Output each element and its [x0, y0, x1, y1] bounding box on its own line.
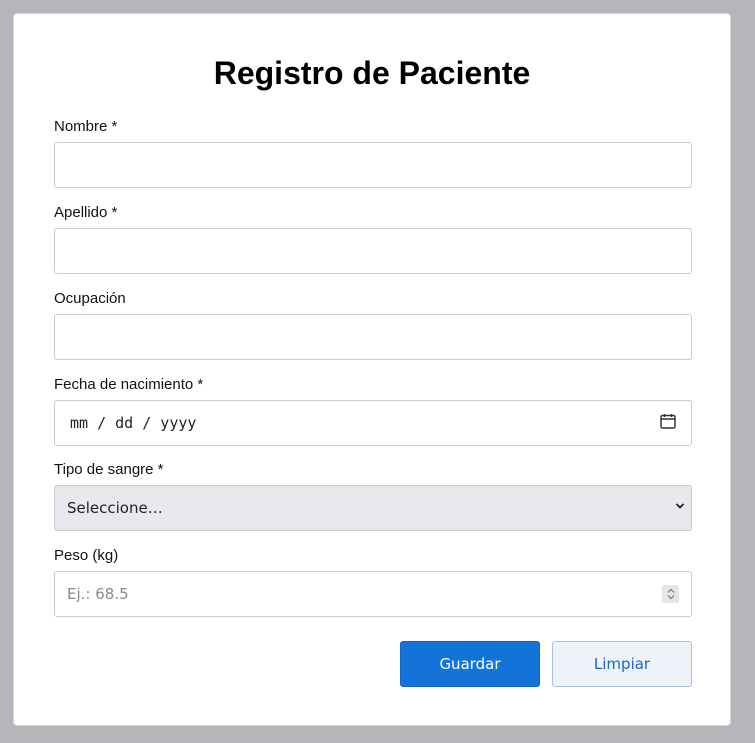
- peso-label: Peso (kg): [54, 547, 119, 564]
- nombre-input[interactable]: [54, 142, 692, 188]
- fecha-nacimiento-label: Fecha de nacimiento *: [54, 376, 204, 393]
- ocupacion-label: Ocupación: [54, 290, 126, 307]
- select-value: Seleccione…: [67, 499, 163, 517]
- chevron-down-icon: [673, 499, 687, 517]
- fecha-nacimiento-input[interactable]: mm / dd / yyyy: [54, 400, 692, 446]
- guardar-button[interactable]: Guardar: [400, 641, 540, 687]
- apellido-label: Apellido *: [54, 204, 118, 221]
- calendar-icon[interactable]: [659, 412, 677, 434]
- spinner-icon[interactable]: [662, 585, 679, 603]
- page-title: Registro de Paciente: [213, 55, 531, 91]
- nombre-label: Nombre *: [54, 118, 118, 135]
- tipo-sangre-select[interactable]: Seleccione…: [54, 485, 692, 531]
- limpiar-button[interactable]: Limpiar: [552, 641, 692, 687]
- date-value: mm / dd / yyyy: [70, 414, 197, 432]
- tipo-sangre-label: Tipo de sangre *: [54, 461, 164, 478]
- registration-card: Registro de Paciente Nombre * Apellido *…: [13, 13, 731, 726]
- peso-placeholder: Ej.: 68.5: [67, 585, 129, 603]
- peso-input[interactable]: Ej.: 68.5: [54, 571, 692, 617]
- apellido-input[interactable]: [54, 228, 692, 274]
- ocupacion-input[interactable]: [54, 314, 692, 360]
